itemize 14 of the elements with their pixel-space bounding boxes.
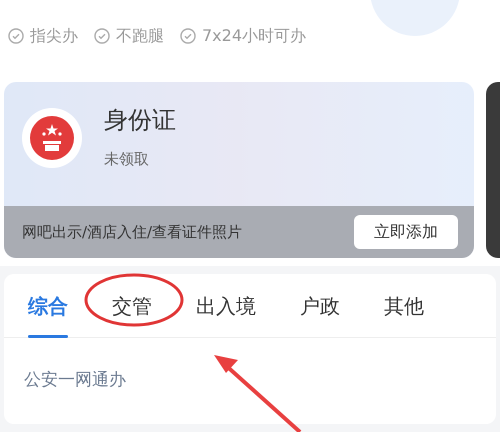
- card-title: 身份证: [104, 105, 176, 136]
- card-hint: 网吧出示/酒店入住/查看证件照片: [22, 222, 242, 243]
- category-tab[interactable]: 综合: [28, 274, 68, 338]
- feature-label: 不跑腿: [116, 25, 164, 47]
- add-button[interactable]: 立即添加: [354, 215, 458, 249]
- feature-label: 指尖办: [30, 25, 78, 47]
- card-status: 未领取: [104, 149, 150, 170]
- category-tab[interactable]: 出入境: [196, 274, 256, 338]
- category-tab[interactable]: 其他: [384, 274, 424, 338]
- section-title: 公安一网通办: [24, 370, 126, 390]
- feature-label: 7x24小时可办: [202, 25, 306, 47]
- id-card[interactable]: 身份证 未领取 网吧出示/酒店入住/查看证件照片 立即添加: [4, 82, 474, 258]
- category-tab[interactable]: 交管: [112, 274, 152, 338]
- category-tab[interactable]: 户政: [300, 274, 340, 338]
